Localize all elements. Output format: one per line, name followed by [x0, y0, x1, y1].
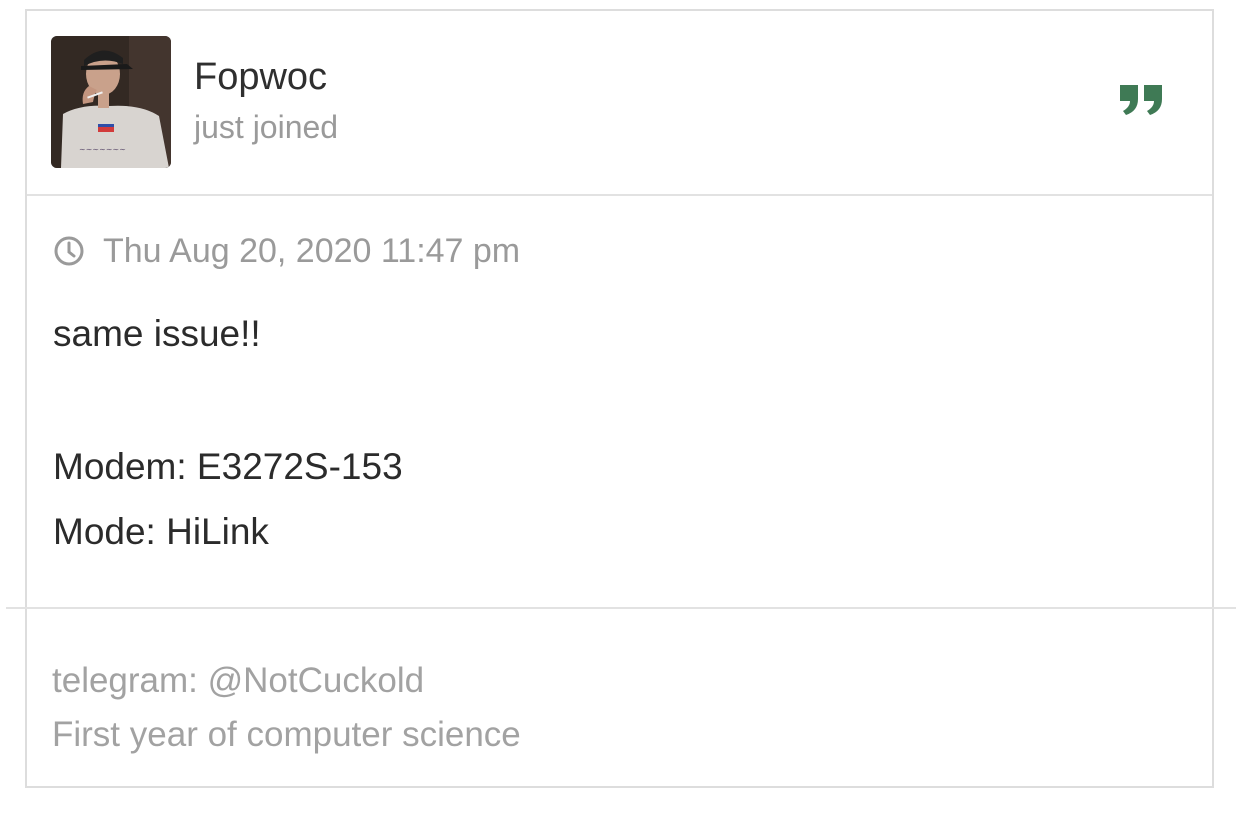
- quote-button[interactable]: [1118, 83, 1164, 117]
- post-body-line: Modem: E3272S-153: [53, 446, 403, 487]
- avatar-image: ∼∼∼∼∼∼∼: [51, 36, 171, 168]
- signature-divider: [6, 607, 1236, 609]
- clock-icon: [53, 235, 85, 267]
- quote-icon: [1120, 85, 1162, 115]
- post-timestamp-row: Thu Aug 20, 2020 11:47 pm: [53, 229, 520, 273]
- post-body-line: Mode: HiLink: [53, 511, 269, 552]
- username[interactable]: Fopwoc: [194, 55, 327, 99]
- shirt-print-decoration: ∼∼∼∼∼∼∼: [79, 145, 126, 154]
- signature-line: telegram: @NotCuckold: [52, 661, 425, 700]
- post-timestamp[interactable]: Thu Aug 20, 2020 11:47 pm: [103, 231, 520, 271]
- post-header: ∼∼∼∼∼∼∼ Fopwoc just joined: [27, 11, 1212, 196]
- avatar[interactable]: ∼∼∼∼∼∼∼: [51, 36, 171, 168]
- signature-line: First year of computer science: [52, 715, 521, 754]
- post-body-line: same issue!!: [53, 313, 261, 354]
- user-rank: just joined: [194, 109, 339, 145]
